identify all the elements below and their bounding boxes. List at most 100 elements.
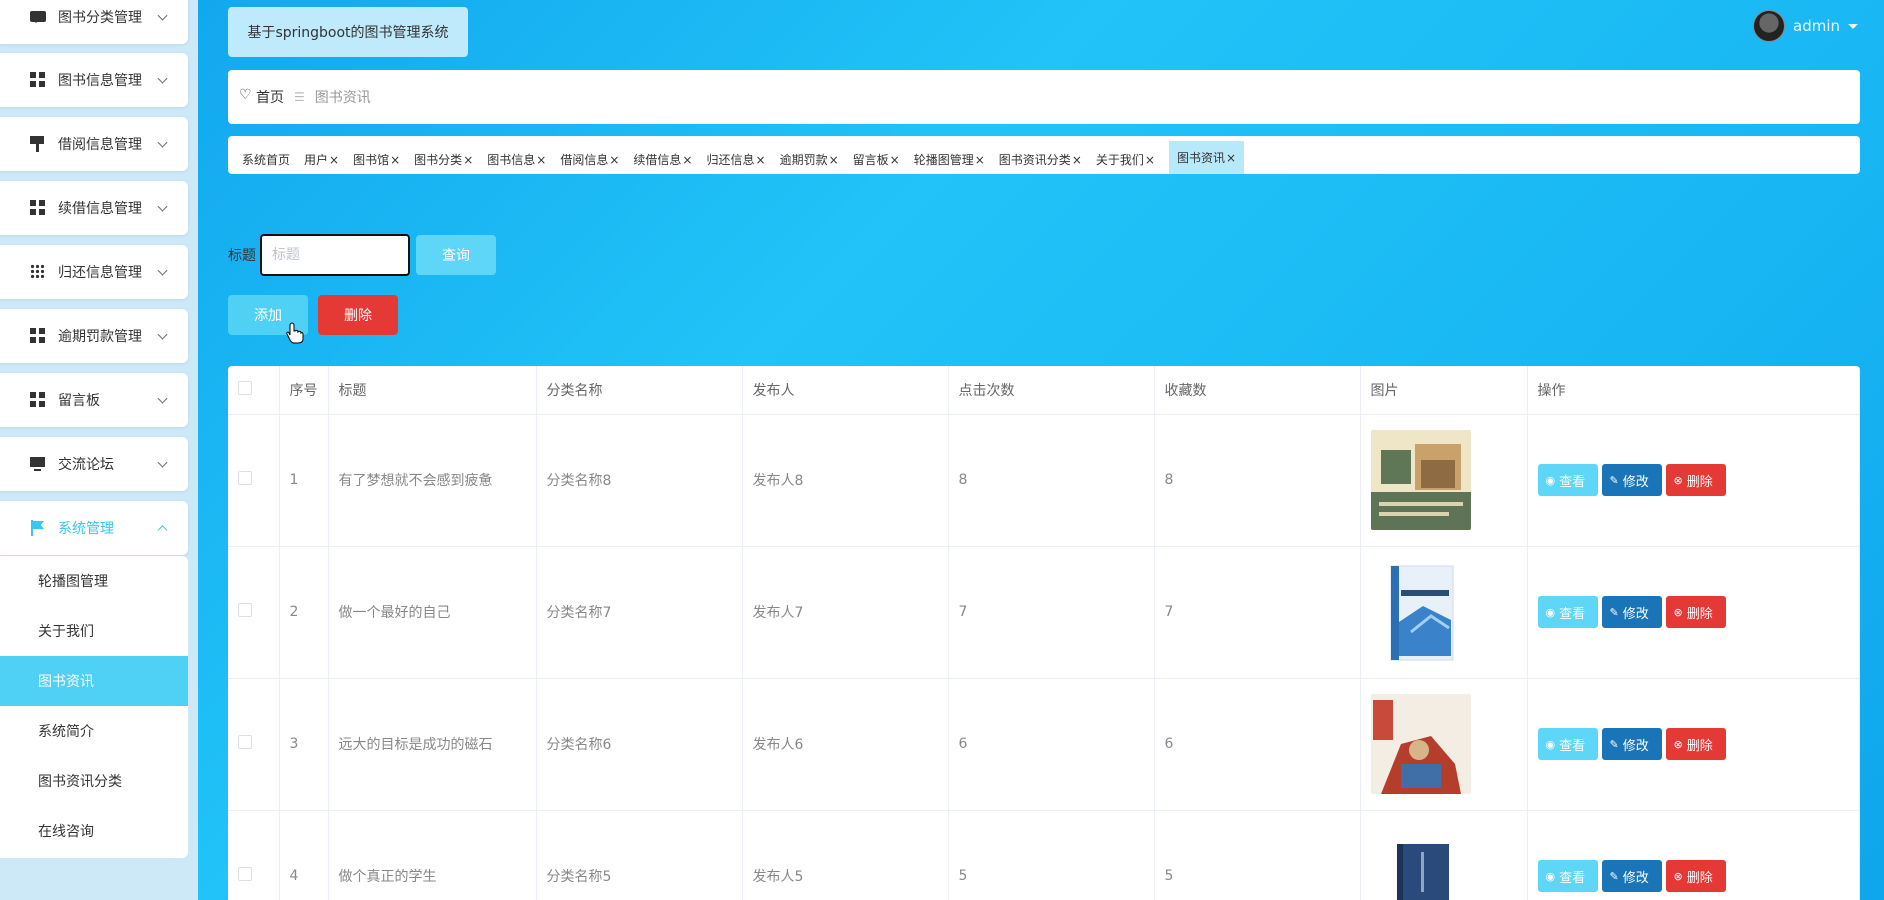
close-icon[interactable]: ×: [756, 153, 766, 167]
delete-button[interactable]: ⊗ 删除: [1665, 464, 1726, 496]
submenu-item-news-category[interactable]: 图书资讯分类: [0, 756, 188, 806]
edit-button[interactable]: ✎ 修改: [1601, 464, 1662, 496]
table-row: 1 有了梦想就不会感到疲惫 分类名称8 发布人8 8 8 ◉ 查看 ✎ 修改 ⊗…: [228, 414, 1860, 547]
tag-users[interactable]: 用户×: [304, 151, 339, 168]
eye-icon: ◉: [1545, 737, 1556, 751]
tag-home[interactable]: 系统首页: [242, 151, 290, 168]
close-icon[interactable]: ×: [390, 153, 400, 167]
tag-return-info[interactable]: 归还信息×: [706, 151, 765, 168]
tag-book-news[interactable]: 图书资讯×: [1168, 141, 1245, 174]
sidebar-item-borrow-info[interactable]: 借阅信息管理: [0, 117, 188, 171]
delete-button[interactable]: ⊗ 删除: [1665, 860, 1726, 892]
chevron-down-icon: [157, 201, 168, 212]
submenu-item-book-news[interactable]: 图书资讯: [0, 656, 188, 706]
query-button[interactable]: 查询: [416, 235, 496, 275]
breadcrumb-separator-icon: ☰: [294, 90, 305, 104]
view-button[interactable]: ◉ 查看: [1537, 596, 1598, 628]
tag-book-info[interactable]: 图书信息×: [487, 151, 546, 168]
tag-carousel[interactable]: 轮播图管理×: [914, 151, 985, 168]
close-icon[interactable]: ×: [1145, 153, 1155, 167]
row-checkbox[interactable]: [238, 867, 252, 881]
sidebar-item-book-info[interactable]: 图书信息管理: [0, 53, 188, 107]
row-actions-cell: ◉ 查看 ✎ 修改 ⊗ 删除: [1527, 546, 1860, 679]
submenu-item-carousel[interactable]: 轮播图管理: [0, 556, 188, 606]
pencil-icon: ✎: [1609, 605, 1619, 619]
close-icon[interactable]: ×: [890, 153, 900, 167]
eye-icon: ◉: [1545, 605, 1556, 619]
sidebar: 图书分类管理 图书信息管理 借阅信息管理 续借信息管理 归还信息管理 逾期罚款管…: [0, 0, 198, 900]
view-button-label: 查看: [1559, 474, 1586, 490]
news-table: 序号 标题 分类名称 发布人 点击次数 收藏数 图片 操作 1 有了梦想就不会感…: [228, 366, 1860, 900]
row-checkbox[interactable]: [238, 603, 252, 617]
batch-delete-button[interactable]: 删除: [318, 295, 398, 335]
breadcrumb-home[interactable]: 首页: [256, 87, 284, 107]
user-menu[interactable]: admin: [1753, 10, 1858, 42]
submenu-item-label: 轮播图管理: [38, 574, 108, 590]
chat-icon: [30, 10, 46, 23]
close-icon[interactable]: ×: [1226, 151, 1236, 165]
sidebar-item-renew-info[interactable]: 续借信息管理: [0, 181, 188, 235]
view-button[interactable]: ◉ 查看: [1537, 728, 1598, 760]
sidebar-item-message-board[interactable]: 留言板: [0, 373, 188, 427]
chevron-down-icon: [157, 265, 168, 276]
submenu-item-online-consult[interactable]: 在线咨询: [0, 806, 188, 856]
tag-label: 用户: [304, 153, 329, 167]
submenu-item-system-intro[interactable]: 系统简介: [0, 706, 188, 756]
username: admin: [1793, 17, 1840, 35]
close-icon[interactable]: ×: [682, 153, 692, 167]
grid-icon: [30, 328, 46, 344]
close-icon[interactable]: ×: [975, 153, 985, 167]
title-search-input[interactable]: [260, 234, 410, 276]
view-button[interactable]: ◉ 查看: [1537, 464, 1598, 496]
sidebar-item-return-info[interactable]: 归还信息管理: [0, 245, 188, 299]
tag-label: 归还信息: [706, 153, 755, 167]
tag-renew-info[interactable]: 续借信息×: [633, 151, 692, 168]
tag-overdue-fine[interactable]: 逾期罚款×: [780, 151, 839, 168]
edit-button[interactable]: ✎ 修改: [1601, 728, 1662, 760]
tag-news-category[interactable]: 图书资讯分类×: [999, 151, 1082, 168]
row-category: 分类名称8: [536, 414, 743, 547]
circle-x-icon: ⊗: [1673, 473, 1683, 487]
row-clicks: 6: [948, 678, 1155, 811]
edit-button[interactable]: ✎ 修改: [1601, 596, 1662, 628]
tag-label: 图书分类: [414, 153, 463, 167]
close-icon[interactable]: ×: [329, 153, 339, 167]
view-button[interactable]: ◉ 查看: [1537, 860, 1598, 892]
delete-button[interactable]: ⊗ 删除: [1665, 596, 1726, 628]
tag-library[interactable]: 图书馆×: [353, 151, 400, 168]
delete-button[interactable]: ⊗ 删除: [1665, 728, 1726, 760]
tag-label: 系统首页: [242, 153, 291, 167]
tag-book-category[interactable]: 图书分类×: [414, 151, 473, 168]
submenu-item-about[interactable]: 关于我们: [0, 606, 188, 656]
close-icon[interactable]: ×: [463, 153, 473, 167]
sidebar-item-system[interactable]: 系统管理: [0, 501, 188, 555]
sidebar-item-book-category[interactable]: 图书分类管理: [0, 0, 188, 44]
row-checkbox[interactable]: [238, 735, 252, 749]
table-header-row: 序号 标题 分类名称 发布人 点击次数 收藏数 图片 操作: [228, 366, 1860, 415]
row-publisher: 发布人6: [742, 678, 949, 811]
main-area: 基于springboot的图书管理系统 admin 首页 ☰ 图书资讯 系统首页…: [198, 0, 1884, 900]
chevron-down-icon: [157, 393, 168, 404]
book-cover-image: [1370, 430, 1471, 530]
chevron-down-icon: [157, 457, 168, 468]
eye-icon: ◉: [1545, 869, 1556, 883]
close-icon[interactable]: ×: [536, 153, 546, 167]
select-all-cell: [228, 366, 280, 415]
close-icon[interactable]: ×: [829, 153, 839, 167]
select-all-checkbox[interactable]: [238, 380, 252, 395]
tag-borrow-info[interactable]: 借阅信息×: [560, 151, 619, 168]
close-icon[interactable]: ×: [609, 153, 619, 167]
tag-message-board[interactable]: 留言板×: [853, 151, 900, 168]
sidebar-item-overdue-fine[interactable]: 逾期罚款管理: [0, 309, 188, 363]
close-icon[interactable]: ×: [1072, 153, 1082, 167]
column-header: 操作: [1527, 366, 1860, 415]
sidebar-item-forum[interactable]: 交流论坛: [0, 437, 188, 491]
column-header: 序号: [279, 366, 329, 415]
edit-button[interactable]: ✎ 修改: [1601, 860, 1662, 892]
tag-label: 逾期罚款: [779, 153, 828, 167]
sidebar-item-label: 留言板: [58, 393, 100, 409]
row-favorites: 6: [1154, 678, 1361, 811]
row-title: 远大的目标是成功的磁石: [328, 678, 537, 811]
row-checkbox[interactable]: [238, 471, 252, 485]
tag-about[interactable]: 关于我们×: [1096, 151, 1155, 168]
